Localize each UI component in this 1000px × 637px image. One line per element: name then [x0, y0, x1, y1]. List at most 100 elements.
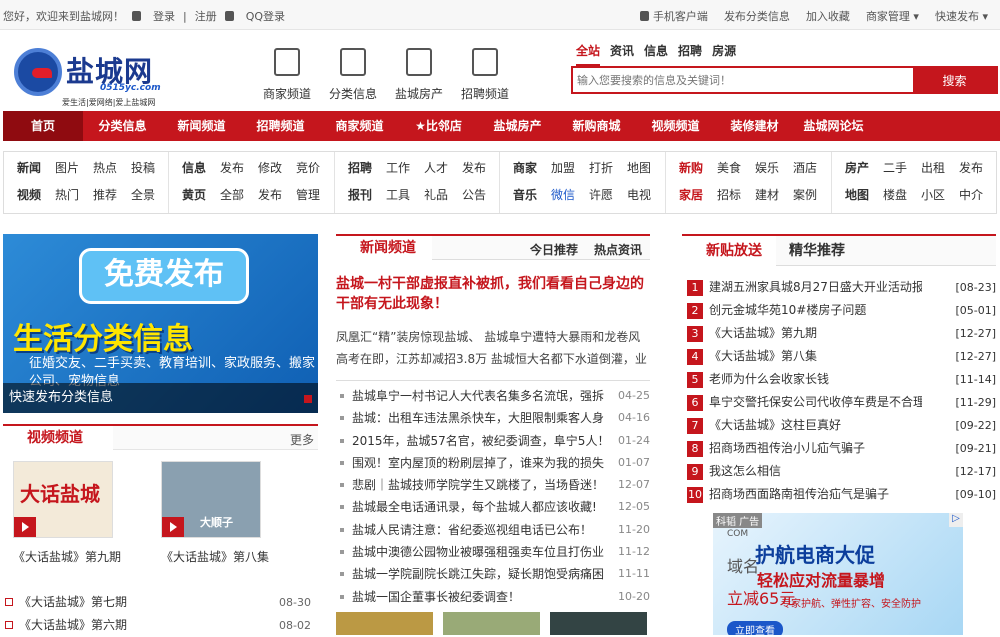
quick-link[interactable]: 娱乐 — [755, 155, 779, 182]
banner[interactable]: 免费发布 生活分类信息 征婚交友、二手买卖、教育培训、家政服务、搬家公司、宠物信… — [3, 234, 318, 413]
ad-choice-icon[interactable]: ▷ — [949, 513, 963, 527]
quick-link[interactable]: 招聘 — [348, 155, 372, 182]
quick-link[interactable]: 推荐 — [93, 182, 117, 209]
list-item[interactable]: 盐城：出租车违法黑杀快车，大胆限制乘客人身自由 04-16 — [336, 407, 650, 429]
header-nav-classified[interactable]: 分类信息 — [320, 44, 386, 102]
nav-classified[interactable]: 分类信息 — [83, 111, 162, 141]
site-logo[interactable]: 盐城网 0515yc.com 爱生活|爱网络|爱上盐城网 — [14, 48, 164, 108]
ad-banner[interactable]: 科韬 广告 ▷ COM 护航电商大促 域名 轻松应对流量暴增 立减65元 专家护… — [713, 513, 963, 635]
post-classified-link[interactable]: 发布分类信息 — [724, 8, 790, 24]
list-item[interactable]: 盐城最全电话通讯录，每个盐城人都应该收藏! 12-05 — [336, 496, 650, 518]
list-item[interactable]: 2 创元金城华苑10#楼房子问题 [05-01] — [682, 299, 996, 322]
register-link[interactable]: 注册 — [195, 8, 217, 24]
list-item[interactable]: 盐城人民请注意：省纪委巡视组电话已公布！ 11-20 — [336, 519, 650, 541]
quick-link[interactable]: 出租 — [921, 155, 945, 182]
list-item[interactable]: 4 《大话盐城》第八集 [12-27] — [682, 345, 996, 368]
add-favorite-link[interactable]: 加入收藏 — [806, 8, 850, 24]
quick-link[interactable]: 图片 — [55, 155, 79, 182]
list-item[interactable]: 盐城一学院副院长跳江失踪，疑长期饱受病痛困扰 11-11 — [336, 563, 650, 585]
mobile-client-link[interactable]: 手机客户端 — [639, 8, 708, 24]
search-tab-news[interactable]: 资讯 — [610, 42, 634, 66]
list-item[interactable]: 7 《大话盐城》这柱巨真好 [09-22] — [682, 414, 996, 437]
quick-link[interactable]: 二手 — [883, 155, 907, 182]
quick-link[interactable]: 家居 — [679, 182, 703, 209]
quick-link[interactable]: 礼品 — [424, 182, 448, 209]
nav-news[interactable]: 新闻频道 — [162, 111, 241, 141]
search-tab-info[interactable]: 信息 — [644, 42, 668, 66]
nav-home[interactable]: 首页 — [3, 111, 83, 141]
quick-link[interactable]: 建材 — [755, 182, 779, 209]
video-thumb[interactable]: 大顺子 《大话盐城》第八集 — [161, 461, 269, 565]
list-item[interactable]: 3 《大话盐城》第九期 [12-27] — [682, 322, 996, 345]
quick-link[interactable]: 报刊 — [348, 182, 372, 209]
tab-new-posts[interactable]: 新贴放送 — [682, 236, 776, 266]
quick-link[interactable]: 地图 — [627, 155, 651, 182]
list-item[interactable]: 10 招商场西面路南祖传治疝气是骗子 [09-10] — [682, 483, 996, 506]
video-thumb[interactable]: 大话盐城 《大话盐城》第九期 — [13, 461, 121, 565]
list-item[interactable]: 悲剧｜盐城技师学院学生又跳楼了，当场昏迷！ 12-07 — [336, 474, 650, 496]
quick-link[interactable]: 新购 — [679, 155, 703, 182]
quick-link[interactable]: 打折 — [589, 155, 613, 182]
list-item[interactable]: 《大话盐城》第六期 08-02 — [3, 614, 313, 637]
quick-link[interactable]: 信息 — [182, 155, 206, 182]
news-thumb-image[interactable] — [443, 612, 540, 635]
quick-link[interactable]: 加盟 — [551, 155, 575, 182]
login-link[interactable]: 登录 — [153, 8, 175, 24]
nav-jobs[interactable]: 招聘频道 — [241, 111, 320, 141]
quick-link[interactable]: 人才 — [424, 155, 448, 182]
quick-link[interactable]: 管理 — [296, 182, 320, 209]
quick-link[interactable]: 房产 — [845, 155, 869, 182]
quick-link[interactable]: 修改 — [258, 155, 282, 182]
quick-link[interactable]: 酒店 — [793, 155, 817, 182]
video-thumb-caption[interactable]: 《大话盐城》第九期 — [13, 548, 121, 565]
quick-link[interactable]: 案例 — [793, 182, 817, 209]
quick-link[interactable]: 热点 — [93, 155, 117, 182]
nav-mall[interactable]: 新购商城 — [557, 111, 636, 141]
search-input[interactable] — [573, 68, 913, 92]
qq-login-link[interactable]: QQ登录 — [246, 8, 285, 24]
quick-link[interactable]: 工作 — [386, 155, 410, 182]
quick-link[interactable]: 音乐 — [513, 182, 537, 209]
quick-link[interactable]: 招标 — [717, 182, 741, 209]
quick-link[interactable]: 商家 — [513, 155, 537, 182]
nav-neighbor-store[interactable]: ★比邻店 — [399, 111, 478, 141]
quick-link[interactable]: 中介 — [959, 182, 983, 209]
nav-merchant[interactable]: 商家频道 — [320, 111, 399, 141]
header-nav-house[interactable]: 盐城房产 — [386, 44, 452, 102]
quick-link[interactable]: 新闻 — [17, 155, 41, 182]
quick-link[interactable]: 视频 — [17, 182, 41, 209]
list-item[interactable]: 6 阜宁交警托保安公司代收停车费是不合理的 [11-29] — [682, 391, 996, 414]
news-summary[interactable]: 凤凰汇“精”装房惊现盐城、 盐城阜宁遭特大暴雨和龙卷风 高考在即，江苏却减招3.… — [336, 326, 650, 370]
news-thumb-image[interactable] — [336, 612, 433, 635]
quick-link[interactable]: 全部 — [220, 182, 244, 209]
tab-hot[interactable]: 热点资讯 — [594, 241, 642, 258]
quick-link[interactable]: 美食 — [717, 155, 741, 182]
news-thumb-image[interactable] — [550, 612, 647, 635]
play-icon[interactable] — [14, 517, 36, 537]
list-item[interactable]: 盐城一国企董事长被纪委调查！ 10-20 — [336, 586, 650, 608]
quick-link[interactable]: 电视 — [627, 182, 651, 209]
quick-link[interactable]: 许愿 — [589, 182, 613, 209]
quick-link[interactable]: 微信 — [551, 182, 575, 209]
quick-link[interactable]: 楼盘 — [883, 182, 907, 209]
list-item[interactable]: 2015年，盐城57名官，被纪委调查，阜宁5人！ 01-24 — [336, 430, 650, 452]
header-nav-jobs[interactable]: 招聘频道 — [452, 44, 518, 102]
list-item[interactable]: 盐城中澳德公园物业被曝强租强卖车位且打伤业 11-12 — [336, 541, 650, 563]
merchant-manage-menu[interactable]: 商家管理 ▾ — [866, 8, 919, 24]
video-thumb-caption[interactable]: 《大话盐城》第八集 — [161, 548, 269, 565]
quick-link[interactable]: 发布 — [258, 182, 282, 209]
list-item[interactable]: 1建湖五洲家具城8月27日盛大开业活动报名中[08-23] — [682, 276, 996, 299]
quick-link[interactable]: 发布 — [220, 155, 244, 182]
slide-indicator[interactable] — [304, 395, 312, 403]
quick-link[interactable]: 黄页 — [182, 182, 206, 209]
video-more-link[interactable]: 更多 — [290, 431, 314, 448]
nav-forum[interactable]: 盐城网论坛 — [794, 111, 873, 141]
quick-link[interactable]: 发布 — [462, 155, 486, 182]
quick-link[interactable]: 全景 — [131, 182, 155, 209]
quick-link[interactable]: 热门 — [55, 182, 79, 209]
search-tab-jobs[interactable]: 招聘 — [678, 42, 702, 66]
nav-video[interactable]: 视频频道 — [636, 111, 715, 141]
quick-link[interactable]: 竞价 — [296, 155, 320, 182]
ad-cta-button[interactable]: 立即查看 — [727, 621, 783, 635]
search-tab-all[interactable]: 全站 — [576, 42, 601, 66]
